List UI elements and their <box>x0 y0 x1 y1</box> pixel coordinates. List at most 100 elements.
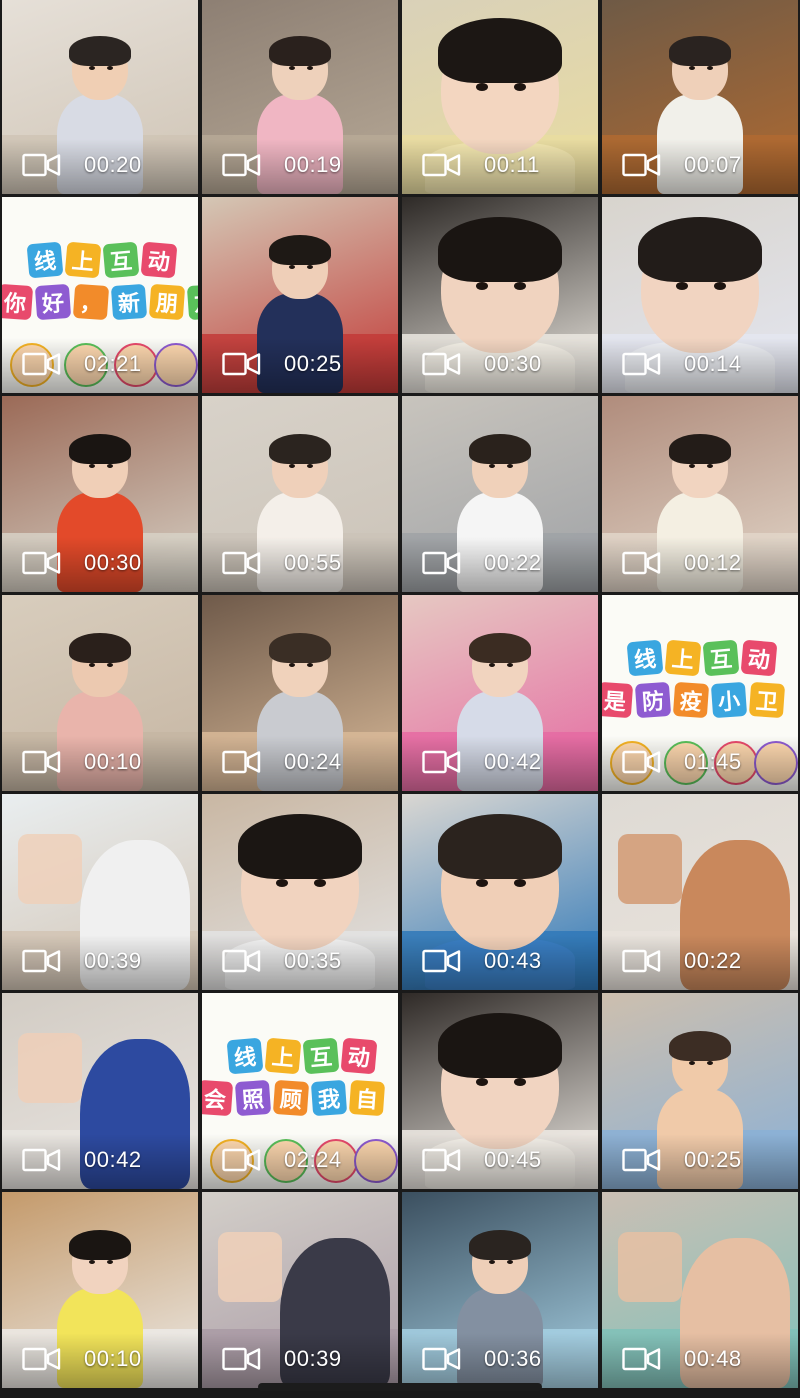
video-meta: 00:43 <box>422 948 542 974</box>
video-duration: 00:55 <box>284 550 342 575</box>
video-duration: 00:11 <box>484 152 540 177</box>
banner-char: 我 <box>310 1079 348 1117</box>
video-thumbnail[interactable]: 00:30 <box>2 396 198 592</box>
video-camera-icon <box>22 153 62 177</box>
video-thumbnail[interactable]: 线上互动是防疫小卫 01:45 <box>602 595 798 791</box>
video-thumbnail[interactable]: 00:24 <box>202 595 398 791</box>
video-camera-icon <box>422 1148 462 1172</box>
video-thumbnail[interactable]: 00:30 <box>402 197 598 393</box>
scene-object <box>18 834 82 904</box>
video-duration: 00:43 <box>484 948 542 973</box>
video-camera-icon <box>22 949 62 973</box>
video-meta: 00:10 <box>22 749 142 775</box>
video-thumbnail[interactable]: 线上互动你好，新朋友 02:21 <box>2 197 198 393</box>
banner-char: 上 <box>264 1037 302 1075</box>
banner-char: 疫 <box>672 681 710 719</box>
banner-char: 上 <box>664 639 702 677</box>
video-meta: 00:12 <box>622 550 742 576</box>
banner-char: 线 <box>26 241 64 279</box>
video-duration: 00:42 <box>84 1147 142 1172</box>
banner-char: 小 <box>710 681 748 719</box>
video-camera-icon <box>222 153 262 177</box>
video-thumbnail[interactable]: 00:22 <box>602 794 798 990</box>
banner-char: 互 <box>302 1037 340 1075</box>
banner-char: 照 <box>234 1079 272 1117</box>
banner-title: 线上互动 <box>626 639 778 677</box>
video-duration: 01:45 <box>684 749 742 774</box>
banner-char: 你 <box>2 283 34 321</box>
video-thumbnail[interactable]: 00:11 <box>402 0 598 194</box>
video-thumbnail[interactable]: 00:43 <box>402 794 598 990</box>
video-thumbnail[interactable]: 00:36 <box>402 1192 598 1388</box>
video-thumbnail[interactable]: 00:48 <box>602 1192 798 1388</box>
video-thumbnail[interactable]: 00:10 <box>2 1192 198 1388</box>
video-meta: 00:35 <box>222 948 342 974</box>
video-thumbnail[interactable]: 00:39 <box>202 1192 398 1388</box>
video-meta: 00:22 <box>622 948 742 974</box>
video-thumbnail[interactable]: 00:12 <box>602 396 798 592</box>
video-camera-icon <box>622 1148 662 1172</box>
video-duration: 00:39 <box>284 1346 342 1371</box>
video-camera-icon <box>622 551 662 575</box>
video-duration: 00:48 <box>684 1346 742 1371</box>
video-duration: 00:07 <box>684 152 742 177</box>
scene-object <box>618 1232 682 1302</box>
video-thumbnail[interactable]: 00:20 <box>2 0 198 194</box>
video-camera-icon <box>22 1148 62 1172</box>
video-thumbnail[interactable]: 00:39 <box>2 794 198 990</box>
video-meta: 00:07 <box>622 152 742 178</box>
banner-char: 线 <box>626 639 664 677</box>
video-thumbnail[interactable]: 00:45 <box>402 993 598 1189</box>
video-duration: 00:36 <box>484 1346 542 1371</box>
video-thumbnail[interactable]: 00:22 <box>402 396 598 592</box>
banner-char: ， <box>72 283 110 321</box>
video-duration: 00:39 <box>84 948 142 973</box>
video-duration: 00:45 <box>484 1147 542 1172</box>
video-thumbnail[interactable]: 00:35 <box>202 794 398 990</box>
video-duration: 00:10 <box>84 1346 142 1371</box>
video-thumbnail[interactable]: 00:14 <box>602 197 798 393</box>
video-camera-icon <box>622 153 662 177</box>
video-meta: 00:10 <box>22 1346 142 1372</box>
video-meta: 00:25 <box>222 351 342 377</box>
video-thumbnail[interactable]: 00:10 <box>2 595 198 791</box>
video-thumbnail[interactable]: 00:25 <box>602 993 798 1189</box>
video-camera-icon <box>622 949 662 973</box>
banner-char: 动 <box>740 639 778 677</box>
video-thumbnail[interactable]: 00:07 <box>602 0 798 194</box>
banner-subtitle: 是防疫小卫 <box>602 681 786 719</box>
banner-char: 互 <box>702 639 740 677</box>
banner-char: 防 <box>634 681 672 719</box>
video-camera-icon <box>422 750 462 774</box>
video-meta: 00:48 <box>622 1346 742 1372</box>
video-thumbnail[interactable]: 00:55 <box>202 396 398 592</box>
banner-char: 上 <box>64 241 102 279</box>
video-thumbnail[interactable]: 00:42 <box>402 595 598 791</box>
banner-title: 线上互动 <box>26 241 178 279</box>
video-meta: 00:39 <box>22 948 142 974</box>
banner-char: 互 <box>102 241 140 279</box>
video-thumbnail[interactable]: 00:19 <box>202 0 398 194</box>
banner-char: 顾 <box>272 1079 310 1117</box>
home-indicator[interactable] <box>258 1383 542 1391</box>
video-duration: 00:19 <box>284 152 342 177</box>
video-duration: 02:24 <box>284 1147 342 1172</box>
video-meta: 00:22 <box>422 550 542 576</box>
banner-char: 卫 <box>748 681 786 719</box>
video-meta: 00:55 <box>222 550 342 576</box>
video-duration: 00:42 <box>484 749 542 774</box>
banner-char: 是 <box>602 681 634 719</box>
video-duration: 00:24 <box>284 749 342 774</box>
video-thumbnail[interactable]: 00:25 <box>202 197 398 393</box>
video-camera-icon <box>22 750 62 774</box>
video-camera-icon <box>622 352 662 376</box>
video-meta: 00:42 <box>22 1147 142 1173</box>
banner-char: 动 <box>140 241 178 279</box>
video-meta: 00:24 <box>222 749 342 775</box>
video-thumbnail[interactable]: 线上互动会照顾我自 02:24 <box>202 993 398 1189</box>
video-camera-icon <box>222 1347 262 1371</box>
banner-char: 新 <box>110 283 148 321</box>
video-camera-icon <box>222 551 262 575</box>
banner-title: 线上互动 <box>226 1037 378 1075</box>
video-thumbnail[interactable]: 00:42 <box>2 993 198 1189</box>
